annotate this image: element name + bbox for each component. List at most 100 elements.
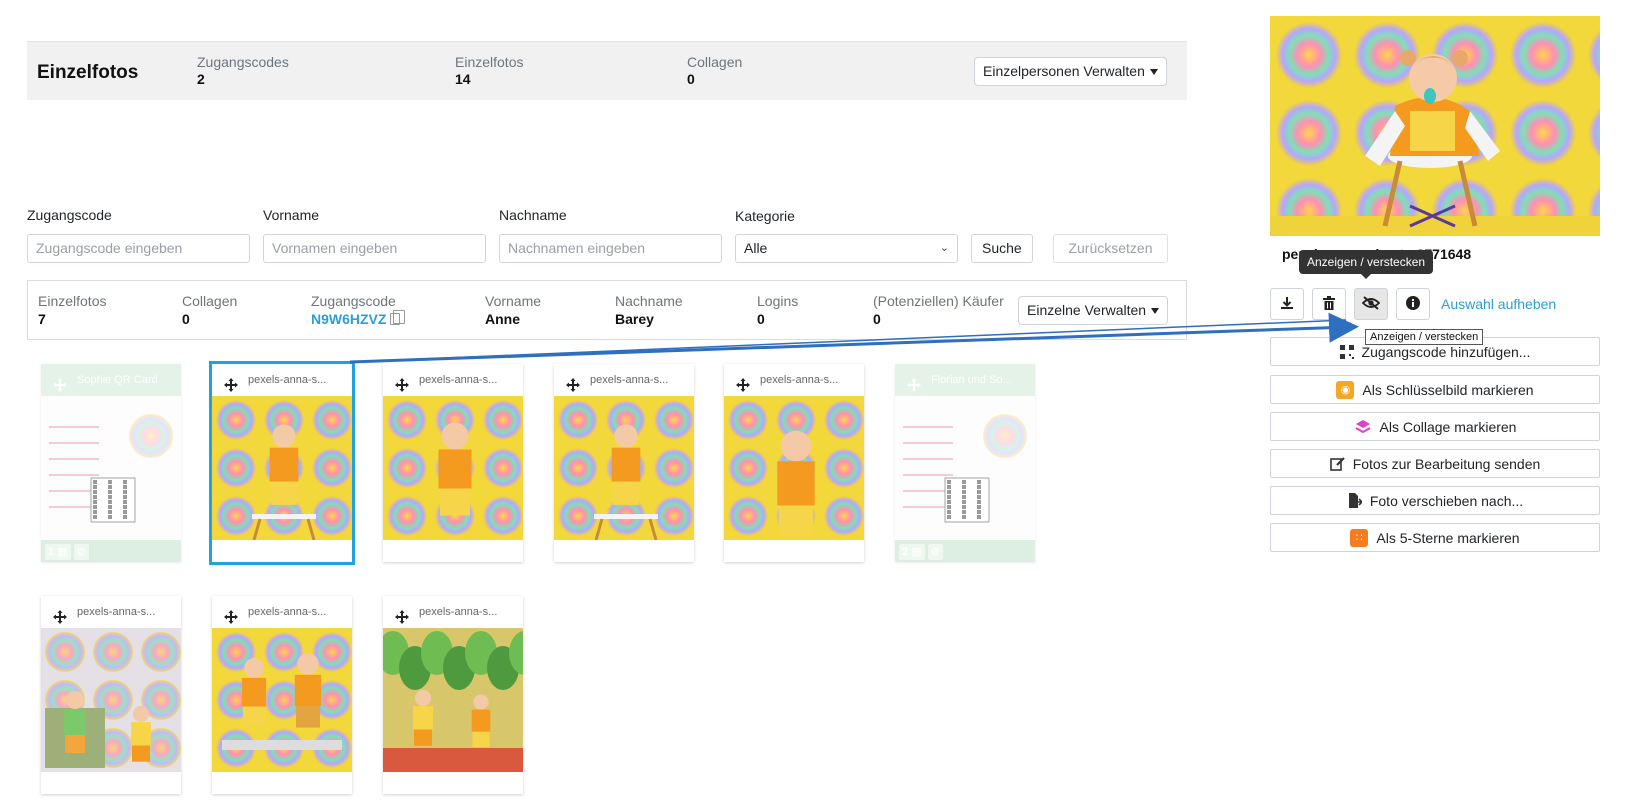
- photo-card[interactable]: pexels-anna-s...: [554, 364, 694, 562]
- key-image-icon: ◉: [1336, 380, 1355, 399]
- trash-icon: [1323, 295, 1335, 313]
- stat-value: 14: [455, 71, 471, 87]
- stat-access-codes: Zugangscodes 2: [197, 54, 289, 87]
- stat-value: Barey: [615, 311, 654, 327]
- code-input[interactable]: Zugangscode eingeben: [27, 234, 250, 263]
- stat-value: 0: [873, 311, 881, 327]
- layers-icon: [1354, 418, 1372, 436]
- photo-card[interactable]: Sophie QR Card 1 ▦ ⊘: [41, 364, 181, 562]
- person-stat-buyers: (Potenziellen) Käufer 0: [873, 293, 1004, 327]
- photo-card[interactable]: pexels-anna-s...: [383, 364, 523, 562]
- code-filter-label: Zugangscode: [27, 207, 112, 223]
- photo-thumbnail[interactable]: [554, 396, 694, 540]
- summary-bar: Einzelfotos Zugangscodes 2 Einzelfotos 1…: [27, 41, 1187, 100]
- action-label: Als 5-Sterne markieren: [1376, 529, 1520, 546]
- photo-card-name: pexels-anna-s...: [77, 606, 156, 618]
- move-handle-icon[interactable]: [53, 605, 67, 624]
- photo-card[interactable]: pexels-anna-s...: [383, 596, 523, 794]
- stat-label: Zugangscode: [311, 293, 396, 309]
- access-code-link[interactable]: N9W6HZVZ: [311, 310, 406, 327]
- move-handle-icon[interactable]: [53, 373, 67, 392]
- action-button[interactable]: Fotos zur Bearbeitung senden: [1270, 449, 1600, 478]
- manage-single-dropdown[interactable]: Einzelne Verwalten: [1018, 296, 1169, 325]
- photo-thumbnail[interactable]: [383, 396, 523, 540]
- photo-thumbnail[interactable]: [383, 628, 523, 772]
- stat-value: Anne: [485, 311, 520, 327]
- stat-single-photos: Einzelfotos 14: [455, 54, 523, 87]
- photo-card-name: pexels-anna-s...: [419, 374, 498, 386]
- photo-card-header: Florian und So...: [895, 364, 1035, 396]
- reset-button[interactable]: Zurücksetzen: [1053, 234, 1168, 263]
- stat-label: Nachname: [615, 293, 683, 309]
- stat-label: Einzelfotos: [38, 293, 107, 309]
- move-handle-icon[interactable]: [224, 605, 238, 624]
- photo-card-header: pexels-anna-s...: [212, 596, 352, 628]
- action-button[interactable]: Als Collage markieren: [1270, 412, 1600, 441]
- search-button[interactable]: Suche: [971, 234, 1033, 263]
- category-selected-value: Alle: [744, 240, 768, 256]
- eye-slash-icon: [1361, 295, 1381, 313]
- info-icon: [1406, 295, 1420, 313]
- stat-collages: Collagen 0: [687, 54, 742, 87]
- caret-down-icon: [1151, 308, 1160, 314]
- stat-label: Zugangscodes: [197, 54, 289, 70]
- toggle-visibility-button[interactable]: [1354, 288, 1388, 320]
- photo-card-badges: 2 ▦ ⊘: [899, 544, 943, 560]
- move-handle-icon[interactable]: [224, 373, 238, 392]
- person-stat-lastname: Nachname Barey: [615, 293, 683, 327]
- deselect-link[interactable]: Auswahl aufheben: [1441, 296, 1556, 312]
- move-handle-icon[interactable]: [736, 373, 750, 392]
- download-button[interactable]: [1270, 288, 1304, 320]
- stat-value: 7: [38, 311, 46, 327]
- photo-thumbnail[interactable]: [41, 396, 181, 540]
- photo-thumbnail[interactable]: [212, 396, 352, 540]
- copy-icon[interactable]: [390, 310, 406, 325]
- delete-button[interactable]: [1312, 288, 1346, 320]
- photo-card[interactable]: Florian und So... 2 ▦ ⊘: [895, 364, 1035, 562]
- move-handle-icon[interactable]: [395, 373, 409, 392]
- person-stat-collages: Collagen 0: [182, 293, 237, 327]
- category-select[interactable]: Alle ⌄: [735, 234, 958, 263]
- action-button[interactable]: ∷ Als 5-Sterne markieren: [1270, 523, 1600, 552]
- photo-card[interactable]: pexels-anna-s...: [724, 364, 864, 562]
- action-label: Als Collage markieren: [1379, 418, 1517, 435]
- manage-single-label: Einzelne Verwalten: [1027, 302, 1147, 318]
- photo-thumbnail[interactable]: [724, 396, 864, 540]
- photo-card-footer: [383, 540, 523, 562]
- photo-thumbnail[interactable]: [895, 396, 1035, 540]
- stat-label: Logins: [757, 293, 799, 309]
- photo-card-footer: [212, 772, 352, 794]
- photo-thumbnail[interactable]: [41, 628, 181, 772]
- lastname-input[interactable]: Nachnamen eingeben: [499, 234, 722, 263]
- photo-card-footer: [383, 772, 523, 794]
- info-button[interactable]: [1396, 288, 1430, 320]
- person-stat-logins: Logins 0: [757, 293, 798, 327]
- photo-card-name: pexels-anna-s...: [248, 374, 327, 386]
- person-info-row: Einzelfotos 7 Collagen 0 Zugangscode N9W…: [27, 280, 1187, 340]
- firstname-input[interactable]: Vornamen eingeben: [263, 234, 486, 263]
- move-handle-icon[interactable]: [395, 605, 409, 624]
- photo-card-header: Sophie QR Card: [41, 364, 181, 396]
- move-handle-icon[interactable]: [907, 373, 921, 392]
- move-handle-icon[interactable]: [566, 373, 580, 392]
- action-button[interactable]: Foto verschieben nach...: [1270, 486, 1600, 515]
- photo-card-name: pexels-anna-s...: [590, 374, 669, 386]
- category-filter-label: Kategorie: [735, 208, 795, 224]
- photo-card-header: pexels-anna-s...: [212, 364, 352, 396]
- photo-card-name: Sophie QR Card: [77, 374, 158, 386]
- photo-card-header: pexels-anna-s...: [383, 364, 523, 396]
- caret-down-icon: [1149, 69, 1158, 75]
- file-move-icon: [1347, 493, 1363, 508]
- action-button[interactable]: ◉ Als Schlüsselbild markieren: [1270, 375, 1600, 404]
- photo-card-badges: 1 ▦ ⊘: [45, 544, 89, 560]
- firstname-filter-label: Vorname: [263, 207, 320, 223]
- hidden-eye-icon: ⊘: [73, 544, 89, 560]
- photo-card[interactable]: pexels-anna-s...: [41, 596, 181, 794]
- action-label: Foto verschieben nach...: [1369, 492, 1524, 509]
- photo-card[interactable]: pexels-anna-s...: [212, 596, 352, 794]
- action-label: Als Schlüsselbild markieren: [1362, 381, 1534, 398]
- photo-card[interactable]: pexels-anna-s...: [209, 361, 355, 565]
- photo-thumbnail[interactable]: [212, 628, 352, 772]
- tooltip-native-show-hide: Anzeigen / verstecken: [1365, 329, 1484, 345]
- manage-persons-dropdown[interactable]: Einzelpersonen Verwalten: [974, 57, 1167, 86]
